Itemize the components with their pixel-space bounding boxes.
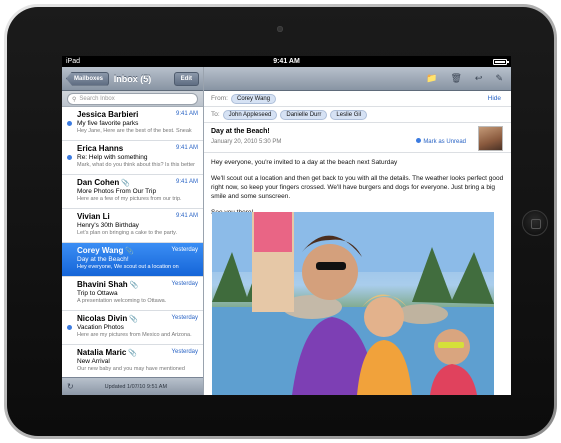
- paperclip-icon: 📎: [129, 282, 139, 289]
- message-sender-name: Natalia Maric: [77, 348, 127, 357]
- to-label: To:: [211, 111, 220, 118]
- subject-block: Day at the Beach! January 20, 2010 5:30 …: [204, 123, 511, 153]
- list-item[interactable]: Natalia Maric 📎 Yesterday New Arrival Our…: [62, 345, 203, 379]
- message-preview: A presentation welcoming to Ottawa.: [77, 298, 167, 304]
- message-preview: Let's plan on bringing a cake to the par…: [77, 230, 178, 236]
- refresh-icon[interactable]: ↻: [67, 382, 74, 391]
- sidebar-navbar: Mailboxes Inbox (5) Edit: [62, 67, 203, 91]
- reply-icon[interactable]: ↩: [475, 73, 483, 84]
- paperclip-icon: 📎: [125, 248, 135, 255]
- home-button[interactable]: [522, 210, 548, 236]
- search-placeholder: Search Inbox: [79, 96, 115, 102]
- message-sender-name: Nicolas Divin: [77, 314, 128, 323]
- mailbox-sidebar: Mailboxes Inbox (5) Edit ⚲ Search Inbox …: [62, 67, 204, 395]
- beach-photo-attachment[interactable]: [212, 212, 494, 395]
- mark-as-unread-button[interactable]: Mark as Unread: [416, 138, 466, 145]
- edit-button[interactable]: Edit: [173, 71, 199, 86]
- to-row: To: John Appleseed Danielle Durr Leslie …: [204, 107, 511, 123]
- compose-icon[interactable]: ✎: [495, 73, 503, 84]
- list-item[interactable]: Erica Hanns 9:41 AM Re: Help with someth…: [62, 141, 203, 175]
- unread-dot-icon: [67, 121, 72, 126]
- message-preview: Mark, what do you think about this? Is t…: [77, 162, 196, 168]
- message-sender-name: Dan Cohen: [77, 178, 120, 187]
- from-chip[interactable]: Corey Wang: [230, 93, 277, 104]
- from-row: From: Corey Wang Hide: [204, 91, 511, 107]
- search-icon: ⚲: [72, 96, 77, 103]
- message-preview: Our new baby and you may have mentioned: [77, 366, 185, 372]
- screen: iPad 9:41 AM Mailboxes Inbox (5) Edit ⚲ …: [62, 56, 511, 395]
- list-item[interactable]: Nicolas Divin 📎 Yesterday Vacation Photos…: [62, 311, 203, 345]
- message-toolbar: 📁 🗑 ↩ ✎: [204, 67, 511, 91]
- device-bezel: iPad 9:41 AM Mailboxes Inbox (5) Edit ⚲ …: [7, 7, 554, 436]
- message-subject: Trip to Ottawa: [77, 290, 118, 297]
- message-subject: Vacation Photos: [77, 324, 124, 331]
- message-preview: Here are my pictures from Mexico and Ari…: [77, 332, 192, 338]
- search-bar: ⚲ Search Inbox: [62, 91, 203, 107]
- message-time: 9:41 AM: [175, 111, 198, 117]
- paperclip-icon: 📎: [121, 180, 130, 187]
- message-subject: My five favorite parks: [77, 120, 139, 127]
- message-subject: Day at the Beach!: [77, 256, 129, 263]
- list-item[interactable]: Bhavini Shah 📎 Yesterday Trip to Ottawa A…: [62, 277, 203, 311]
- message-subject: Re: Help with something: [77, 154, 148, 161]
- message-subject-title: Day at the Beach!: [211, 128, 270, 135]
- sender-avatar: [478, 126, 503, 151]
- body-paragraph: Hey everyone, you're invited to a day at…: [211, 159, 398, 166]
- status-time: 9:41 AM: [273, 58, 300, 65]
- message-preview: Hey everyone, We scout out a location on: [77, 264, 179, 270]
- message-time: Yesterday: [171, 315, 198, 321]
- message-pane: 📁 🗑 ↩ ✎ From: Corey Wang Hide To: John A…: [204, 67, 511, 395]
- list-item-selected[interactable]: Corey Wang 📎 Yesterday Day at the Beach! …: [62, 243, 203, 277]
- list-item[interactable]: Vivian Li 9:41 AM Henry's 30th Birthday …: [62, 209, 203, 243]
- paperclip-icon: 📎: [129, 316, 138, 323]
- message-subject: New Arrival: [77, 358, 110, 365]
- message-time: 9:41 AM: [175, 179, 198, 185]
- battery-icon: [493, 58, 509, 65]
- sidebar-toolbar: ↻ Updated 1/07/10 9:51 AM: [62, 377, 203, 395]
- status-bar: iPad 9:41 AM: [62, 56, 511, 67]
- recipient-chip[interactable]: Danielle Durr: [280, 109, 328, 120]
- paperclip-icon: 📎: [128, 350, 138, 357]
- message-preview: Here are a few of my pictures from our t…: [77, 196, 182, 202]
- unread-dot-icon: [416, 138, 422, 143]
- from-label: From:: [211, 95, 228, 102]
- message-preview: Hey Jane, Here are the best of the best.…: [77, 128, 192, 134]
- message-sender-name: Corey Wang: [77, 246, 124, 255]
- camera-icon: [277, 26, 283, 32]
- message-sender-name: Bhavini Shah: [77, 280, 128, 289]
- list-item[interactable]: Jessica Barbieri 9:41 AM My five favorit…: [62, 107, 203, 141]
- updated-status: Updated 1/07/10 9:51 AM: [104, 383, 168, 390]
- message-time: Yesterday: [171, 281, 198, 287]
- unread-dot-icon: [67, 325, 72, 330]
- body-paragraph: We'll scout out a location and then get …: [211, 175, 504, 200]
- list-item[interactable]: Dan Cohen 📎 9:41 AM More Photos From Our …: [62, 175, 203, 209]
- message-time: Yesterday: [171, 349, 198, 355]
- message-time: Yesterday: [171, 247, 198, 253]
- ipad-device: iPad 9:41 AM Mailboxes Inbox (5) Edit ⚲ …: [4, 4, 557, 439]
- hide-details-link[interactable]: Hide: [488, 95, 501, 102]
- trash-icon[interactable]: 🗑: [450, 73, 461, 84]
- mark-unread-label: Mark as Unread: [423, 139, 466, 145]
- recipient-chip[interactable]: Leslie Gil: [330, 109, 368, 120]
- message-time: 9:41 AM: [175, 145, 198, 151]
- mailboxes-back-button[interactable]: Mailboxes: [66, 71, 110, 86]
- folder-icon[interactable]: 📁: [426, 73, 437, 84]
- message-time: 9:41 AM: [175, 213, 198, 219]
- recipient-chip[interactable]: John Appleseed: [222, 109, 278, 120]
- unread-dot-icon: [67, 155, 72, 160]
- message-subject: Henry's 30th Birthday: [77, 222, 139, 229]
- beach-photo-illustration: [212, 212, 494, 395]
- message-subject: More Photos From Our Trip: [77, 188, 157, 195]
- search-input[interactable]: ⚲ Search Inbox: [67, 93, 198, 105]
- message-list: Jessica Barbieri 9:41 AM My five favorit…: [62, 107, 203, 379]
